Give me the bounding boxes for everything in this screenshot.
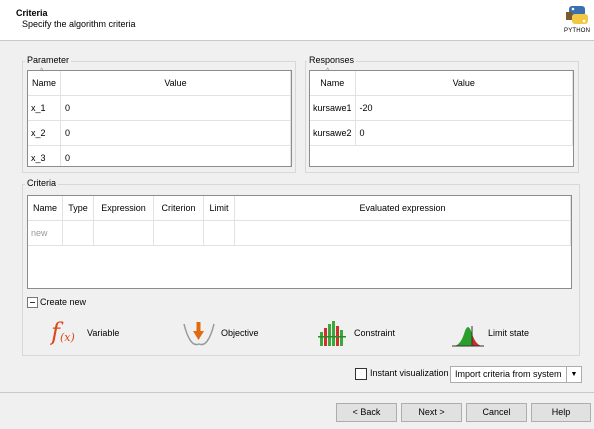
- page-title: Criteria: [16, 8, 48, 18]
- response-name: kursawe2: [310, 120, 356, 146]
- help-button[interactable]: Help: [531, 403, 591, 422]
- constraint-label: Constraint: [354, 328, 396, 338]
- criteria-panel-label: Criteria: [25, 178, 59, 188]
- objective-icon: [183, 322, 215, 346]
- column-header-type[interactable]: Type: [62, 196, 94, 221]
- param-name: x_2: [28, 120, 61, 146]
- response-value-cell[interactable]: 0: [355, 120, 573, 146]
- instant-visualization-label[interactable]: Instant visualization: [370, 368, 449, 378]
- table-row[interactable]: x_3 0: [28, 145, 291, 166]
- limit-state-label: Limit state: [488, 328, 530, 338]
- column-header-limit[interactable]: Limit: [203, 196, 235, 221]
- collapse-toggle-icon[interactable]: [27, 297, 38, 308]
- column-header-name[interactable]: Name: [310, 71, 356, 96]
- create-objective-button[interactable]: Objective: [182, 318, 272, 348]
- table-row[interactable]: x_1 0: [28, 95, 291, 121]
- param-value-cell[interactable]: 0: [60, 95, 291, 121]
- create-limit-state-button[interactable]: Limit state: [452, 318, 542, 348]
- limit-state-icon: [452, 326, 484, 347]
- new-row-placeholder[interactable]: new: [28, 220, 63, 246]
- responses-table[interactable]: Name Value kursawe1 -20 kursawe2 0: [309, 70, 574, 167]
- footer-divider: [0, 392, 594, 393]
- table-cell[interactable]: [203, 220, 235, 246]
- column-header-evaluated-expression[interactable]: Evaluated expression: [234, 196, 571, 221]
- create-new-label[interactable]: Create new: [40, 297, 86, 307]
- column-header-name[interactable]: Name: [28, 71, 61, 96]
- chevron-down-icon[interactable]: ▼: [566, 367, 581, 382]
- table-row[interactable]: kursawe1 -20: [310, 95, 573, 121]
- import-criteria-combo[interactable]: Import criteria from system ▼: [450, 366, 582, 383]
- column-header-value[interactable]: Value: [60, 71, 291, 96]
- response-value-cell[interactable]: -20: [355, 95, 573, 121]
- constraint-icon: [318, 321, 346, 346]
- column-header-expression[interactable]: Expression: [93, 196, 154, 221]
- page-subtitle: Specify the algorithm criteria: [22, 19, 136, 29]
- next-button[interactable]: Next >: [401, 403, 462, 422]
- table-row-new[interactable]: new: [28, 220, 571, 246]
- import-criteria-label: Import criteria from system: [455, 369, 562, 379]
- function-icon: f (x): [50, 318, 75, 346]
- parameter-table-header: Name Value: [28, 71, 291, 96]
- column-header-value[interactable]: Value: [355, 71, 573, 96]
- table-cell[interactable]: [234, 220, 571, 246]
- python-logo: PYTHON: [560, 4, 594, 40]
- param-name: x_1: [28, 95, 61, 121]
- param-value-cell[interactable]: 0: [60, 145, 291, 166]
- criteria-table[interactable]: Name Type Expression Criterion Limit Eva…: [27, 195, 572, 289]
- sort-caret-icon: ^: [40, 68, 44, 75]
- response-name: kursawe1: [310, 95, 356, 121]
- table-row[interactable]: x_2 0: [28, 120, 291, 146]
- cancel-button[interactable]: Cancel: [466, 403, 527, 422]
- create-variable-button[interactable]: f (x) Variable: [50, 318, 130, 348]
- column-header-name[interactable]: Name: [28, 196, 63, 221]
- variable-label: Variable: [87, 328, 120, 338]
- logo-text: PYTHON: [564, 28, 591, 34]
- table-cell[interactable]: [93, 220, 154, 246]
- param-value-cell[interactable]: 0: [60, 120, 291, 146]
- parameter-table[interactable]: Name Value x_1 0 x_2 0 x_3 0: [27, 70, 292, 167]
- responses-panel-label: Responses: [307, 55, 357, 65]
- table-row[interactable]: kursawe2 0: [310, 120, 573, 146]
- table-cell[interactable]: [62, 220, 94, 246]
- column-header-criterion[interactable]: Criterion: [153, 196, 204, 221]
- responses-table-header: Name Value: [310, 71, 573, 96]
- objective-label: Objective: [221, 328, 259, 338]
- back-button[interactable]: < Back: [336, 403, 397, 422]
- instant-visualization-checkbox[interactable]: [355, 368, 367, 380]
- python-logo-icon: [566, 6, 588, 24]
- criteria-table-header: Name Type Expression Criterion Limit Eva…: [28, 196, 571, 221]
- svg-text:(x): (x): [60, 331, 75, 344]
- sort-caret-icon: ^: [326, 68, 330, 75]
- table-cell[interactable]: [153, 220, 204, 246]
- parameter-panel-label: Parameter: [25, 55, 72, 65]
- param-name: x_3: [28, 145, 61, 166]
- create-constraint-button[interactable]: Constraint: [318, 318, 408, 348]
